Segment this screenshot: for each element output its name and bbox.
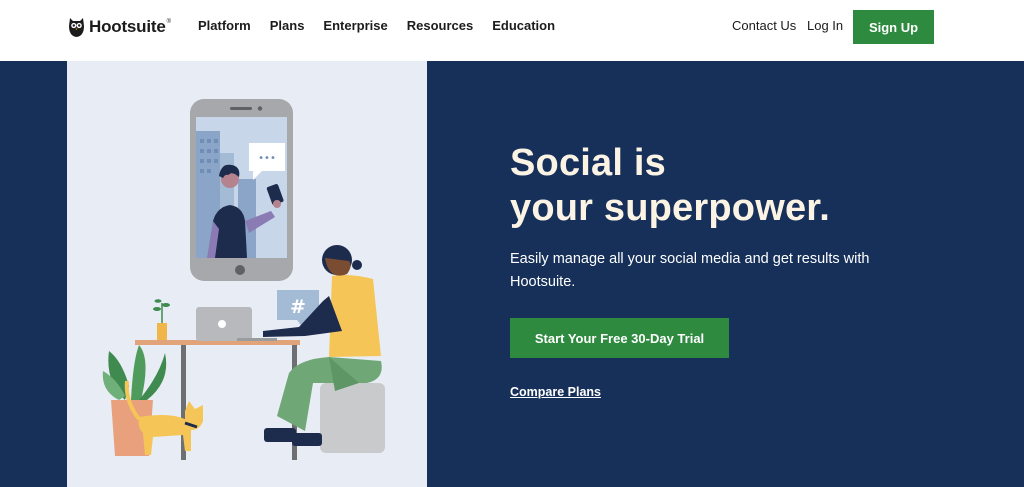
nav-enterprise[interactable]: Enterprise [323,18,387,33]
nav-resources[interactable]: Resources [407,18,473,33]
contact-us-link[interactable]: Contact Us [732,18,796,33]
logo-text: Hootsuite [89,17,166,36]
compare-plans-link[interactable]: Compare Plans [510,385,601,399]
phone-icon [190,99,293,281]
hero-headline: Social is your superpower. [510,141,930,231]
hero-subtext: Easily manage all your social media and … [510,251,870,290]
sign-up-button[interactable]: Sign Up [853,10,934,44]
log-in-link[interactable]: Log In [807,18,843,33]
owl-logo-icon [69,18,84,37]
hero-illustration-panel: ••• # [67,61,427,487]
hootsuite-logo[interactable]: Hootsuite ® [68,15,171,39]
svg-text:#: # [290,296,306,318]
nav-education[interactable]: Education [492,18,555,33]
registered-mark: ® [166,19,172,25]
svg-text:•••: ••• [258,153,276,164]
main-nav: Platform Plans Enterprise Resources Educ… [198,18,574,33]
headline-line-1: Social is [510,142,666,184]
hero-illustration: ••• # [102,99,385,460]
site-header: Hootsuite ® Platform Plans Enterprise Re… [0,0,1024,61]
nav-plans[interactable]: Plans [270,18,305,33]
headline-line-2: your superpower. [510,187,830,229]
plant-icon [102,345,167,456]
hero-section: ••• # Social is your superpower. Easily … [0,61,1024,487]
nav-platform[interactable]: Platform [198,18,251,33]
start-free-trial-button[interactable]: Start Your Free 30-Day Trial [510,318,729,358]
